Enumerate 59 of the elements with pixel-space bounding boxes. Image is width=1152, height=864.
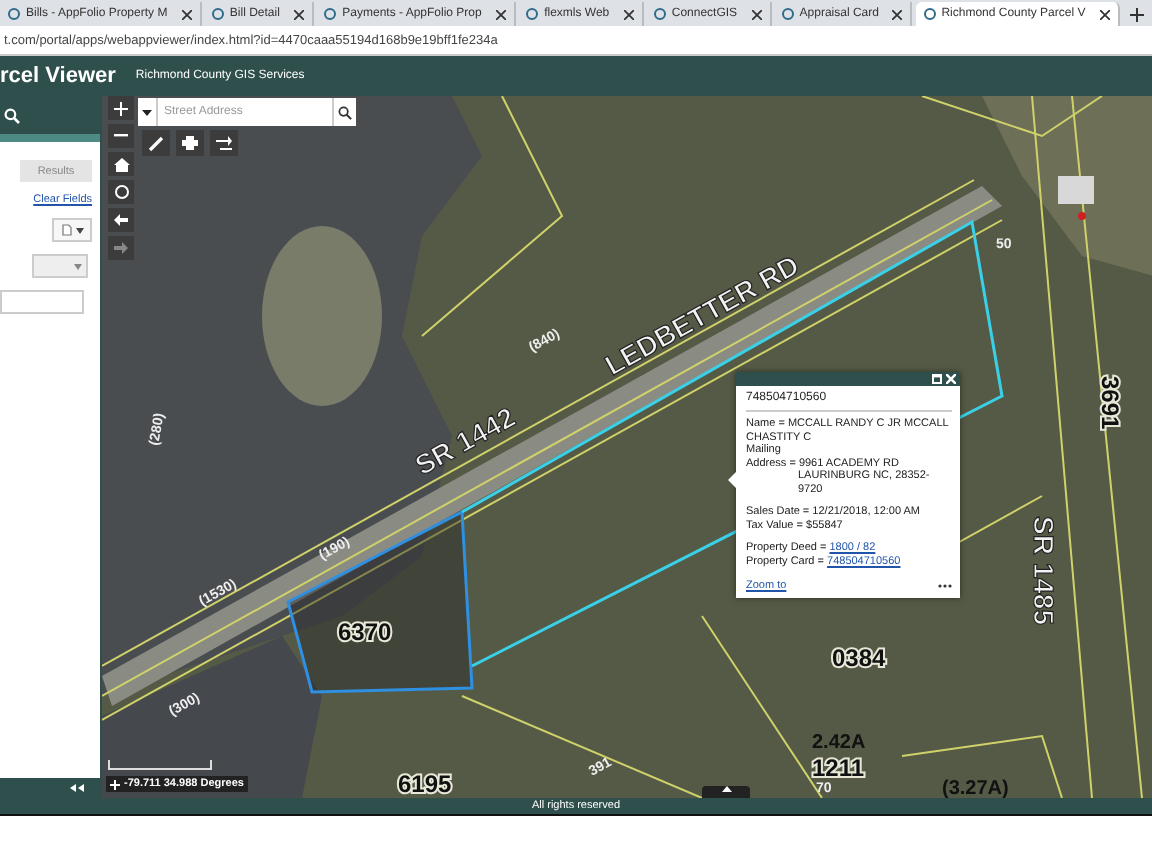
app-title: rcel Viewer xyxy=(0,64,116,88)
parcel-label: 0384 xyxy=(832,644,886,672)
close-icon[interactable] xyxy=(495,9,506,19)
parcel-label: 2.42A xyxy=(812,732,866,754)
caret-icon xyxy=(721,786,731,792)
back-button[interactable] xyxy=(108,208,134,232)
tab-favicon-icon xyxy=(8,8,20,20)
close-icon[interactable] xyxy=(751,9,762,19)
caret-icon xyxy=(142,109,152,115)
locate-button[interactable] xyxy=(108,180,134,204)
parcel-label: (3.27A) xyxy=(942,778,1009,798)
zoom-in-button[interactable] xyxy=(108,96,134,120)
close-icon[interactable] xyxy=(293,9,304,19)
maximize-icon[interactable] xyxy=(932,374,942,384)
close-icon[interactable] xyxy=(623,9,634,19)
collapse-icon[interactable] xyxy=(70,784,84,792)
print-button[interactable] xyxy=(176,130,204,156)
right-arrow-icon xyxy=(114,242,128,254)
caret-icon xyxy=(74,263,82,269)
input-field[interactable] xyxy=(0,290,84,314)
search-dropdown-button[interactable] xyxy=(138,98,158,126)
close-icon[interactable] xyxy=(181,9,192,19)
road-label: SR 1485 xyxy=(1028,516,1060,625)
search-icon[interactable] xyxy=(4,107,20,123)
parcel-highlight[interactable] xyxy=(286,509,474,694)
minus-icon xyxy=(114,134,128,138)
plus-icon xyxy=(114,101,128,115)
close-icon[interactable] xyxy=(892,9,903,19)
left-arrow-icon xyxy=(114,214,128,226)
swap-button[interactable] xyxy=(210,130,238,156)
home-icon xyxy=(113,157,129,171)
dropdown-field[interactable] xyxy=(32,254,88,278)
document-dropdown-button[interactable] xyxy=(52,218,92,242)
tab-favicon-icon xyxy=(526,8,539,20)
new-tab-icon[interactable] xyxy=(1129,8,1144,22)
scale-bar xyxy=(108,760,212,770)
document-icon xyxy=(61,224,71,236)
caret-icon xyxy=(75,227,83,233)
circle-icon xyxy=(113,184,129,200)
tab-favicon-icon xyxy=(324,8,337,20)
parcel-label: 6370 xyxy=(338,618,392,646)
parcel-label: 6195 xyxy=(398,770,452,798)
home-button[interactable] xyxy=(108,152,134,176)
zoom-out-button[interactable] xyxy=(108,124,134,148)
parcel-label: 1211 xyxy=(812,754,865,782)
tab-favicon-icon xyxy=(781,8,794,20)
swap-icon xyxy=(216,136,232,150)
search-button[interactable] xyxy=(332,98,356,126)
measure-button[interactable] xyxy=(142,130,170,156)
close-icon[interactable] xyxy=(1099,9,1110,19)
parcel-label: 3691 xyxy=(1096,376,1124,430)
road-label: SR 1442 xyxy=(409,400,521,482)
tab-favicon-icon xyxy=(653,8,666,20)
tab-favicon-icon xyxy=(211,8,224,20)
tab-favicon-icon xyxy=(923,8,936,20)
plus-icon[interactable] xyxy=(110,779,120,789)
search-icon xyxy=(338,105,352,119)
ruler-icon xyxy=(148,135,164,151)
attribution-toggle[interactable] xyxy=(702,786,750,798)
